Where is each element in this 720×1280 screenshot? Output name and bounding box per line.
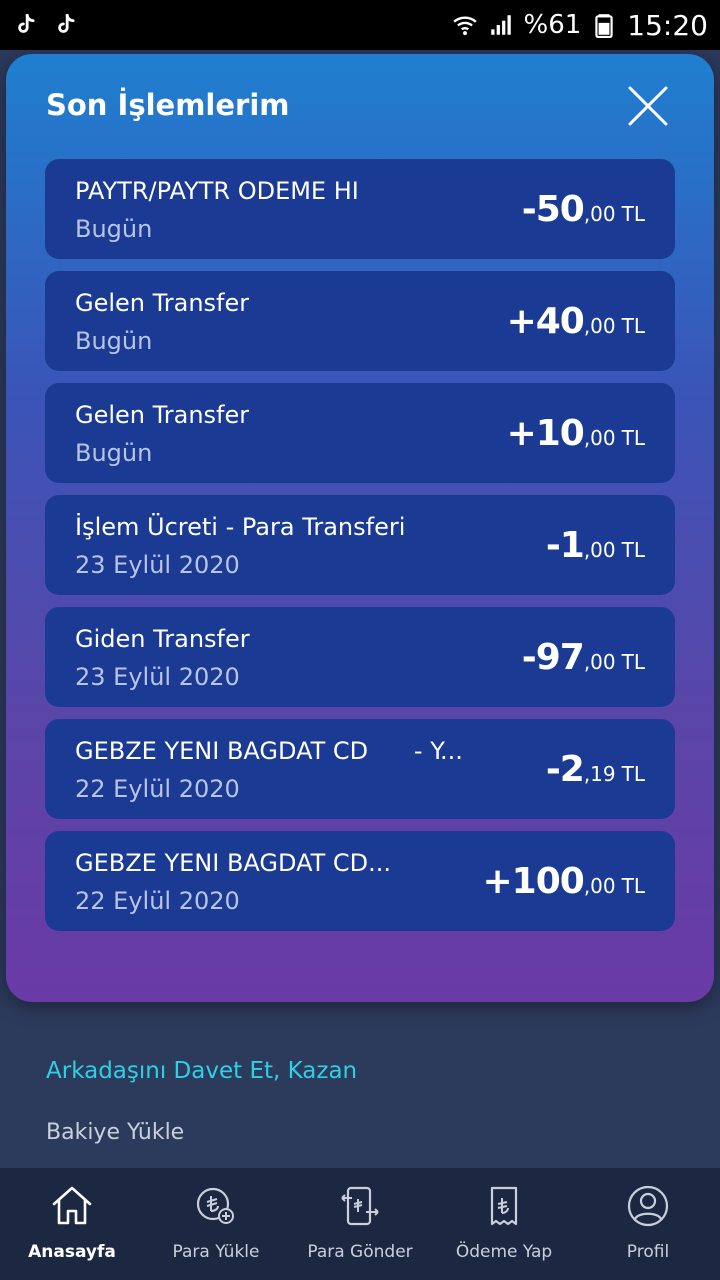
nav-label: Ödeme Yap bbox=[455, 1242, 553, 1262]
amount-integer: +10 bbox=[506, 413, 585, 454]
transaction-date: 23 Eylül 2020 bbox=[75, 551, 240, 579]
transaction-row[interactable]: Gelen Transfer Bugün +10,00 TL bbox=[45, 383, 675, 483]
amount-currency: TL bbox=[621, 762, 645, 786]
modal-title: Son İşlemlerim bbox=[46, 88, 290, 122]
amount-integer: -2 bbox=[545, 749, 585, 790]
transaction-title: Giden Transfer bbox=[75, 625, 250, 653]
transaction-title: PAYTR/PAYTR ODEME HI bbox=[75, 177, 359, 205]
amount-currency: TL bbox=[621, 538, 645, 562]
amount-integer: -97 bbox=[521, 637, 585, 678]
receipt-icon bbox=[490, 1186, 518, 1226]
transaction-row[interactable]: İşlem Ücreti - Para Transferi 23 Eylül 2… bbox=[45, 495, 675, 595]
home-icon bbox=[52, 1186, 92, 1225]
transaction-row[interactable]: GEBZE YENI BAGDAT CD - Y... 22 Eylül 202… bbox=[45, 719, 675, 819]
transaction-amount: +40,00 TL bbox=[507, 301, 645, 342]
profile-icon bbox=[627, 1185, 669, 1227]
transaction-list: PAYTR/PAYTR ODEME HI Bugün -50,00 TL Gele… bbox=[45, 159, 675, 943]
amount-integer: +100 bbox=[482, 861, 585, 902]
transaction-amount: +100,00 TL bbox=[483, 861, 645, 902]
tiktok-icon bbox=[18, 13, 35, 33]
transaction-title: GEBZE YENI BAGDAT CD - Y... bbox=[75, 737, 463, 765]
transaction-title: GEBZE YENI BAGDAT CD... bbox=[75, 849, 392, 877]
transaction-title: İşlem Ücreti - Para Transferi bbox=[75, 513, 406, 541]
transaction-amount: -97,00 TL bbox=[522, 637, 645, 678]
status-bar: %61 15:20 bbox=[0, 0, 720, 50]
transaction-row[interactable]: Gelen Transfer Bugün +40,00 TL bbox=[45, 271, 675, 371]
amount-integer: -1 bbox=[545, 525, 585, 566]
nav-label: Para Yükle bbox=[172, 1242, 260, 1262]
amount-decimal: ,00 bbox=[583, 426, 616, 450]
transaction-amount: -2,19 TL bbox=[546, 749, 645, 790]
wifi-icon bbox=[452, 16, 477, 36]
nav-label: Para Gönder bbox=[307, 1242, 413, 1262]
transaction-date: Bugün bbox=[75, 215, 153, 243]
tiktok-icon bbox=[58, 13, 75, 33]
amount-currency: TL bbox=[621, 426, 645, 450]
top-up-balance-link[interactable]: Bakiye Yükle bbox=[46, 1120, 184, 1145]
add-money-icon bbox=[196, 1187, 234, 1224]
amount-currency: TL bbox=[621, 874, 645, 898]
amount-decimal: ,00 bbox=[583, 538, 616, 562]
transaction-amount: -1,00 TL bbox=[546, 525, 645, 566]
transaction-row[interactable]: GEBZE YENI BAGDAT CD... 22 Eylül 2020 +1… bbox=[45, 831, 675, 931]
amount-decimal: ,00 bbox=[583, 650, 616, 674]
close-icon bbox=[628, 86, 668, 126]
invite-friend-link[interactable]: Arkadaşını Davet Et, Kazan bbox=[46, 1058, 357, 1084]
clock: 15:20 bbox=[627, 8, 708, 42]
transaction-row[interactable]: PAYTR/PAYTR ODEME HI Bugün -50,00 TL bbox=[45, 159, 675, 259]
transaction-row[interactable]: Giden Transfer 23 Eylül 2020 -97,00 TL bbox=[45, 607, 675, 707]
amount-integer: -50 bbox=[521, 189, 585, 230]
amount-decimal: ,00 bbox=[583, 202, 616, 226]
battery-icon bbox=[595, 14, 613, 38]
transaction-title: Gelen Transfer bbox=[75, 289, 250, 317]
amount-currency: TL bbox=[621, 202, 645, 226]
amount-decimal: ,00 bbox=[583, 874, 616, 898]
transaction-title: Gelen Transfer bbox=[75, 401, 250, 429]
transaction-date: Bugün bbox=[75, 439, 153, 467]
amount-currency: TL bbox=[621, 650, 645, 674]
nav-item-home[interactable]: Anasayfa bbox=[0, 1168, 144, 1280]
nav-label: Anasayfa bbox=[28, 1242, 116, 1262]
nav-label: Profil bbox=[626, 1242, 670, 1262]
close-button[interactable] bbox=[624, 82, 672, 130]
amount-decimal: ,00 bbox=[583, 314, 616, 338]
send-money-icon bbox=[341, 1186, 379, 1226]
bottom-navigation: Anasayfa Para Yükle Para Gönder Ödeme Ya… bbox=[0, 1168, 720, 1280]
nav-item-send-money[interactable]: Para Gönder bbox=[288, 1168, 432, 1280]
transaction-amount: -50,00 TL bbox=[522, 189, 645, 230]
transaction-date: 22 Eylül 2020 bbox=[75, 775, 240, 803]
nav-item-add-money[interactable]: Para Yükle bbox=[144, 1168, 288, 1280]
amount-decimal: ,19 bbox=[583, 762, 616, 786]
nav-item-profile[interactable]: Profil bbox=[576, 1168, 720, 1280]
amount-currency: TL bbox=[621, 314, 645, 338]
battery-percent: %61 bbox=[523, 10, 582, 40]
transaction-date: 23 Eylül 2020 bbox=[75, 663, 240, 691]
nav-item-payment[interactable]: Ödeme Yap bbox=[432, 1168, 576, 1280]
recent-transactions-modal: Son İşlemlerim PAYTR/PAYTR ODEME HI Bugü… bbox=[6, 54, 714, 1002]
signal-icon bbox=[490, 15, 511, 35]
transaction-amount: +10,00 TL bbox=[507, 413, 645, 454]
amount-integer: +40 bbox=[506, 301, 585, 342]
transaction-date: 22 Eylül 2020 bbox=[75, 887, 240, 915]
transaction-date: Bugün bbox=[75, 327, 153, 355]
